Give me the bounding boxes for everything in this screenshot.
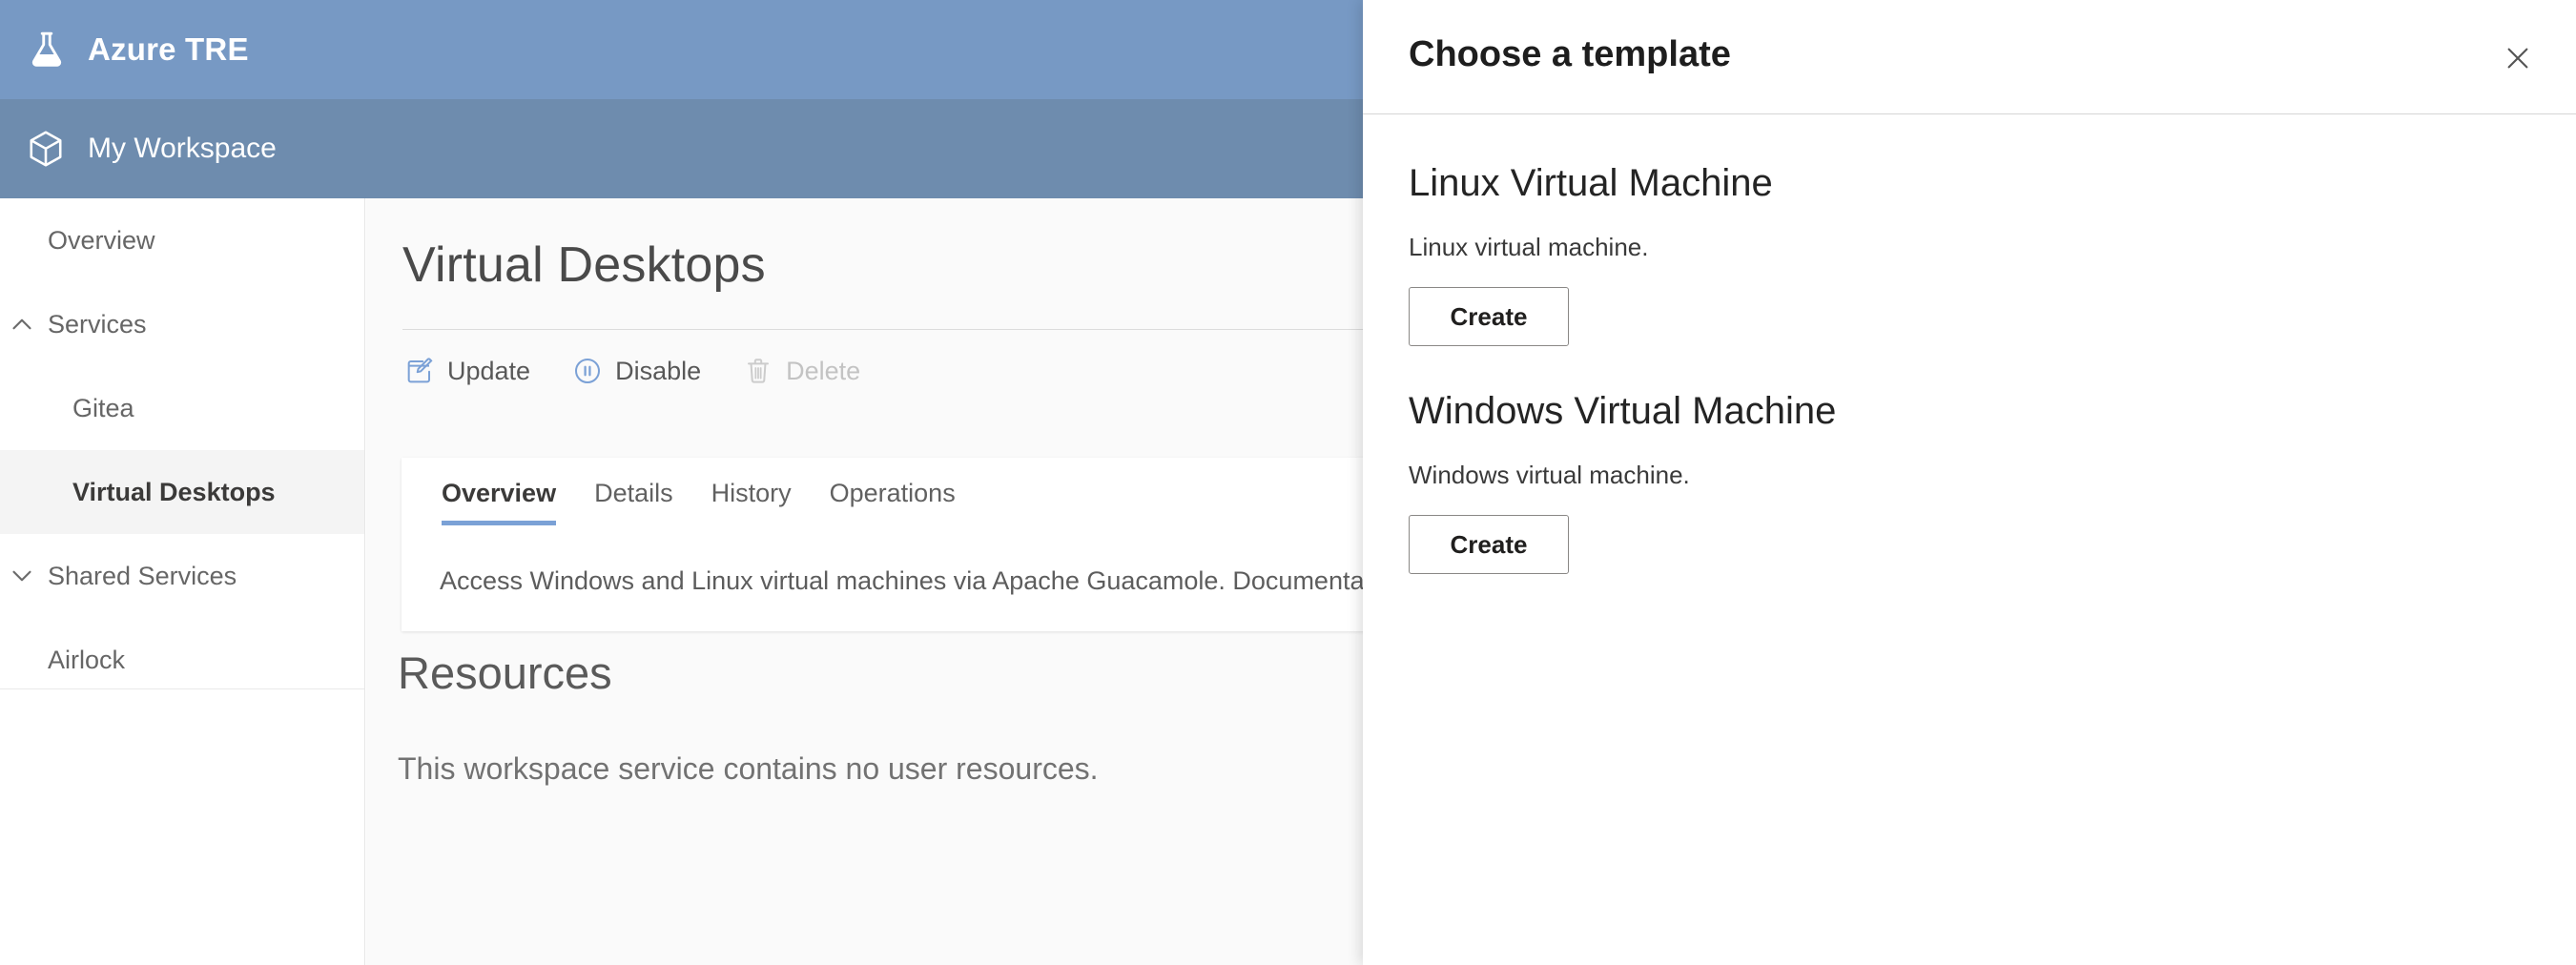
tab-overview[interactable]: Overview (422, 479, 575, 525)
sidebar-item-gitea[interactable]: Gitea (0, 366, 364, 450)
command-bar: Update Disable Delete (404, 356, 860, 386)
delete-button: Delete (743, 356, 860, 386)
create-button-windows[interactable]: Create (1409, 515, 1569, 574)
tab-label: Details (594, 479, 673, 507)
trash-icon (743, 356, 773, 386)
template-item-linux: Linux Virtual Machine Linux virtual mach… (1409, 160, 2530, 388)
tab-label: Overview (442, 479, 557, 507)
tab-history[interactable]: History (692, 479, 811, 525)
template-name: Linux Virtual Machine (1409, 162, 1773, 204)
resources-empty-text: This workspace service contains no user … (398, 751, 1099, 786)
template-item-windows: Windows Virtual Machine Windows virtual … (1409, 388, 2530, 616)
workspace-title: My Workspace (88, 133, 277, 164)
brand-title: Azure TRE (88, 31, 249, 67)
create-button-linux[interactable]: Create (1409, 287, 1569, 346)
tab-list: Overview Details History Operations (422, 479, 975, 525)
sidebar-item-label: Airlock (48, 645, 126, 674)
sidebar-divider (0, 688, 364, 689)
template-description: Windows virtual machine. (1409, 461, 1690, 489)
tab-label: Operations (829, 479, 956, 507)
sidebar-item-services[interactable]: Services (0, 282, 364, 366)
sidebar: Overview Services Gitea Virtual Desktops… (0, 198, 365, 965)
sidebar-item-shared-services[interactable]: Shared Services (0, 534, 364, 618)
panel-body: Linux Virtual Machine Linux virtual mach… (1363, 114, 2576, 616)
template-description: Linux virtual machine. (1409, 233, 1649, 261)
panel-header: Choose a template (1363, 0, 2576, 114)
pause-circle-icon (572, 356, 603, 386)
update-button[interactable]: Update (404, 356, 530, 386)
resources-heading: Resources (398, 647, 612, 698)
sidebar-item-virtual-desktops[interactable]: Virtual Desktops (0, 450, 364, 534)
tab-label: History (711, 479, 792, 507)
sidebar-item-label: Overview (48, 225, 155, 255)
cube-icon (25, 128, 67, 170)
tab-details[interactable]: Details (575, 479, 692, 525)
delete-button-label: Delete (786, 356, 861, 385)
card-description-text: Access Windows and Linux virtual machine… (440, 566, 1421, 595)
update-button-label: Update (447, 356, 531, 385)
sidebar-item-label: Virtual Desktops (72, 477, 276, 506)
disable-button[interactable]: Disable (572, 356, 701, 386)
edit-icon (404, 356, 435, 386)
sidebar-item-overview[interactable]: Overview (0, 198, 364, 282)
flask-icon (25, 28, 69, 72)
sidebar-item-label: Gitea (72, 393, 134, 422)
template-name: Windows Virtual Machine (1409, 390, 1837, 432)
tab-operations[interactable]: Operations (811, 479, 975, 525)
disable-button-label: Disable (615, 356, 702, 385)
choose-template-panel: Choose a template Linux Virtual Machine … (1363, 0, 2576, 965)
page-title: Virtual Desktops (402, 237, 766, 293)
close-icon[interactable] (2488, 29, 2547, 88)
app-root: Azure TRE My Workspace Overview Services… (0, 0, 2576, 965)
panel-title: Choose a template (1409, 34, 1731, 74)
